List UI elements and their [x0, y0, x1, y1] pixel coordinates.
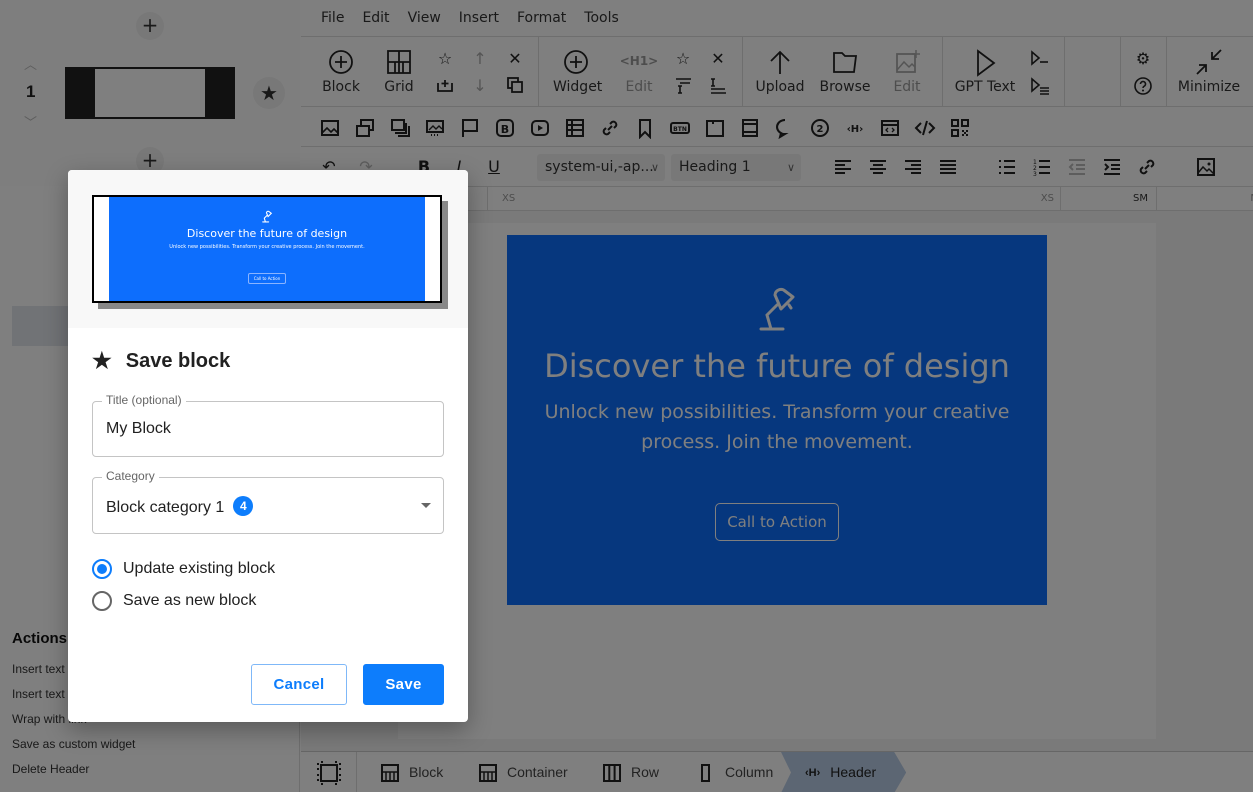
category-select[interactable]: Category Block category 1 4: [92, 469, 444, 534]
title-input[interactable]: My Block: [106, 420, 171, 438]
preview-text: Unlock new possibilities. Transform your…: [169, 244, 365, 250]
preview-cta: Call to Action: [248, 273, 286, 284]
category-field-label: Category: [102, 469, 159, 483]
preview-hero: Discover the future of design Unlock new…: [109, 197, 425, 301]
dropdown-arrow-icon[interactable]: [421, 503, 431, 508]
preview-frame: Discover the future of design Unlock new…: [92, 195, 442, 303]
cancel-button[interactable]: Cancel: [251, 664, 347, 705]
update-existing-option[interactable]: Update existing block: [92, 559, 275, 579]
radio-checked-icon[interactable]: [92, 559, 112, 579]
save-as-new-option[interactable]: Save as new block: [92, 591, 256, 611]
dialog-title: ★ Save block: [92, 348, 231, 373]
category-count-badge: 4: [233, 496, 254, 516]
title-field-label: Title (optional): [102, 393, 186, 407]
preview-title: Discover the future of design: [186, 227, 348, 240]
save-block-dialog: Discover the future of design Unlock new…: [68, 170, 468, 722]
category-value: Block category 1: [106, 499, 225, 516]
save-button[interactable]: Save: [363, 664, 444, 705]
radio-unchecked-icon[interactable]: [92, 591, 112, 611]
star-icon: ★: [92, 348, 112, 373]
desk-lamp-icon: [262, 210, 273, 223]
title-field[interactable]: Title (optional) My Block: [92, 393, 444, 457]
block-preview: Discover the future of design Unlock new…: [68, 170, 468, 328]
